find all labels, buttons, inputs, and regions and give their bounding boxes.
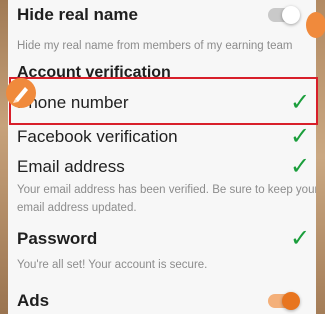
- background-left: [0, 0, 8, 314]
- pencil-glyph: [13, 87, 28, 103]
- ads-title: Ads: [17, 291, 50, 310]
- hide-real-name-title: Hide real name: [17, 5, 138, 24]
- password-title[interactable]: Password: [17, 229, 97, 249]
- email-address-label[interactable]: Email address: [17, 157, 125, 177]
- email-check-icon: ✓: [290, 152, 311, 180]
- facebook-check-icon: ✓: [290, 122, 311, 150]
- password-status: You're all set! Your account is secure.: [17, 259, 208, 271]
- pencil-icon[interactable]: [6, 78, 36, 108]
- toggle-knob: [282, 6, 300, 24]
- facebook-verification-label[interactable]: Facebook verification: [17, 127, 178, 147]
- phone-number-highlight-box: [9, 77, 318, 125]
- floating-action-button[interactable]: [306, 12, 325, 38]
- email-note-line1: Your email address has been verified. Be…: [17, 184, 316, 196]
- email-note-line2: email address updated.: [17, 202, 137, 214]
- ads-toggle[interactable]: [268, 292, 300, 310]
- hide-real-name-description: Hide my real name from members of my ear…: [17, 40, 293, 52]
- toggle-knob: [282, 292, 300, 310]
- settings-screen: Hide real name Hide my real name from me…: [8, 0, 316, 314]
- hide-real-name-toggle[interactable]: [268, 6, 300, 24]
- password-check-icon: ✓: [290, 224, 311, 252]
- background-right: [316, 0, 325, 314]
